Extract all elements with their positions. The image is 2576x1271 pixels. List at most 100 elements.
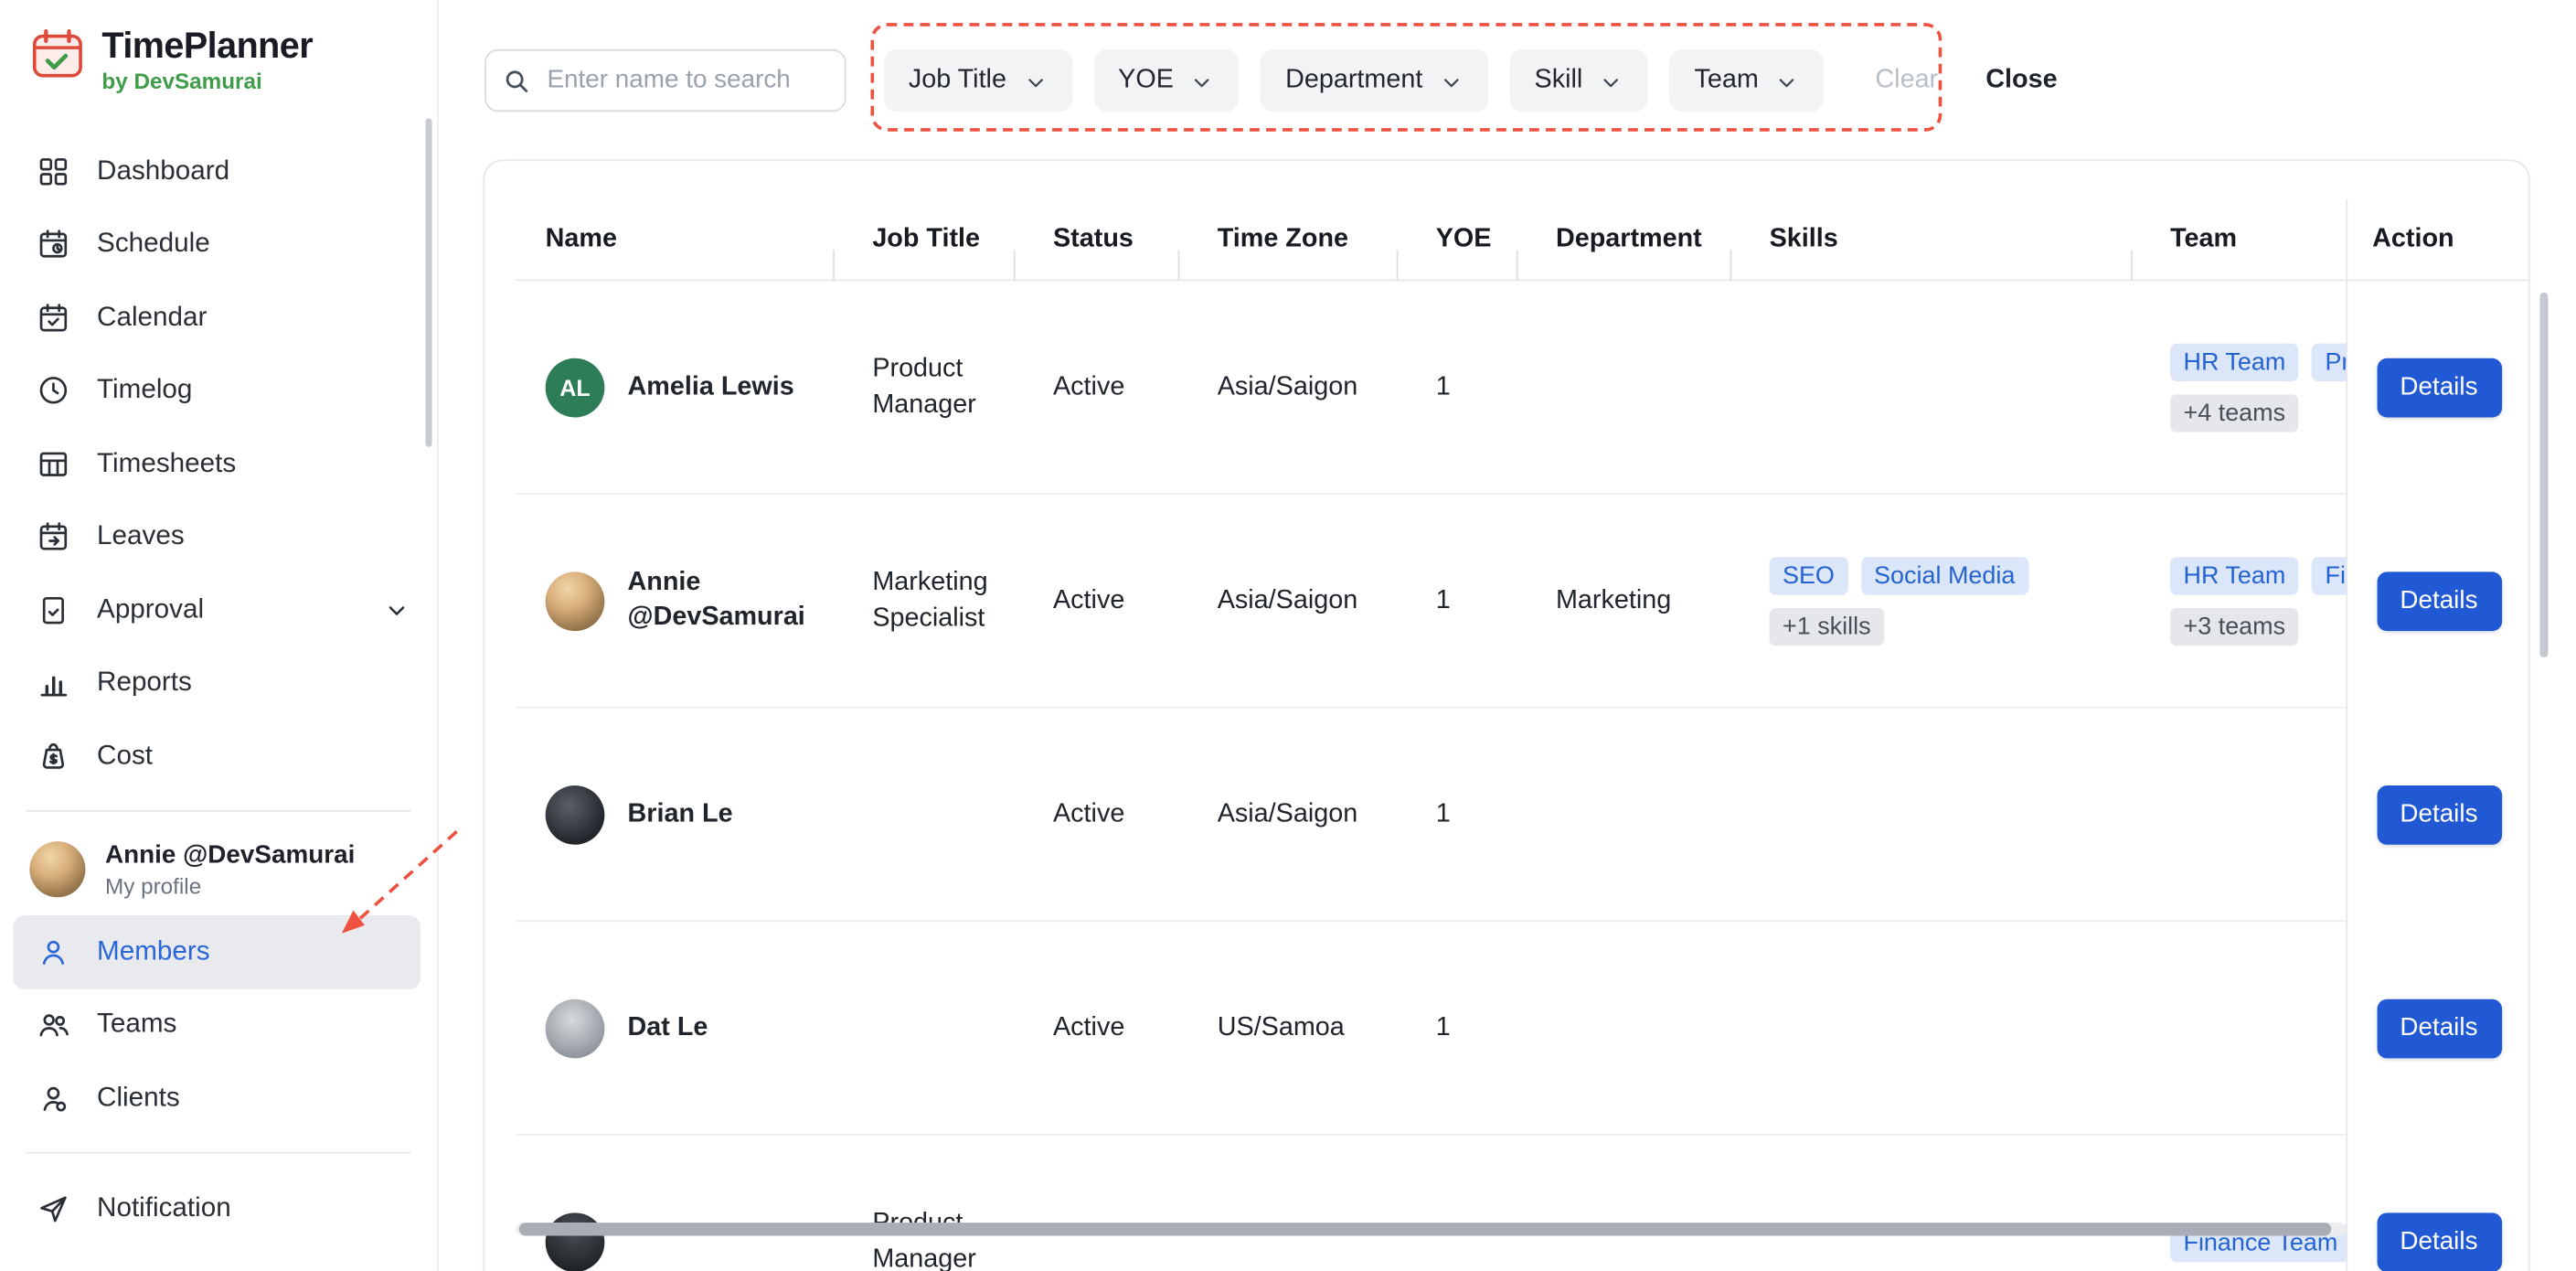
sidebar-item-dashboard[interactable]: Dashboard (0, 134, 437, 208)
sidebar-item-schedule[interactable]: Schedule (0, 208, 437, 281)
filter-label: YOE (1118, 65, 1174, 94)
sidebar-item-label: Timesheets (97, 448, 237, 478)
member-department (1527, 709, 1740, 923)
details-button[interactable]: Details (2376, 1212, 2502, 1271)
search-input[interactable] (543, 64, 828, 98)
people-icon (37, 1008, 71, 1042)
team-chip: HR Team (2170, 557, 2299, 595)
column-header-action: Action (2372, 224, 2454, 252)
clear-filters-button[interactable]: Clear (1875, 66, 1938, 95)
member-department (1527, 281, 1740, 495)
filter-team[interactable]: Team (1669, 48, 1825, 112)
member-status (1024, 1136, 1188, 1271)
main-content: Job Title YOE Department Skill Team Clea… (441, 0, 2576, 1271)
member-name: Brian Le (627, 799, 733, 828)
avatar (545, 571, 605, 632)
member-teams (2141, 922, 2347, 1136)
calendar-icon (37, 300, 71, 335)
table-icon (37, 446, 71, 481)
member-time-zone: Asia/Saigon (1217, 800, 1358, 828)
filter-skill[interactable]: Skill (1509, 48, 1649, 112)
send-icon (37, 1192, 71, 1227)
skill-chip: SEO (1769, 557, 1848, 595)
more-skills-chip: +1 skills (1769, 607, 1884, 646)
sidebar-item-timelog[interactable]: Timelog (0, 354, 437, 427)
members-table: Name Job Title Status Time Zone YOE Depa… (516, 198, 2528, 1271)
sidebar-nav-people: Members Teams Clients (0, 913, 437, 1136)
member-yoe: 1 (1435, 800, 1451, 828)
sidebar-item-label: Members (97, 936, 210, 967)
bar-chart-icon (37, 666, 71, 700)
sidebar-divider (26, 809, 411, 811)
filter-department[interactable]: Department (1261, 48, 1489, 112)
horizontal-scrollbar-thumb[interactable] (518, 1223, 2331, 1236)
details-button[interactable]: Details (2376, 785, 2502, 845)
sidebar-item-cost[interactable]: Cost (0, 720, 437, 793)
profile-section[interactable]: Annie @DevSamurai My profile (0, 828, 437, 913)
sidebar-item-timesheets[interactable]: Timesheets (0, 427, 437, 500)
sidebar-item-calendar[interactable]: Calendar (0, 281, 437, 354)
table-row: Product Manager Finance Team (516, 1136, 2528, 1271)
schedule-icon (37, 227, 71, 262)
money-bag-icon (37, 739, 71, 774)
sidebar-nav: Dashboard Schedule Calendar Timelog Time… (0, 122, 437, 793)
sidebar-item-label: Teams (97, 1009, 177, 1040)
table-row: Brian Le Active Asia/Saigon 1 Details (516, 709, 2528, 923)
filter-job-title[interactable]: Job Title (883, 48, 1072, 112)
table-row: Annie @DevSamurai Marketing Specialist A… (516, 495, 2528, 709)
member-skills: SEO Social Media +1 skills (1740, 495, 2141, 709)
chevron-down-icon (1439, 67, 1464, 95)
horizontal-scrollbar[interactable] (516, 1223, 2347, 1236)
profile-subtitle: My profile (105, 874, 202, 900)
column-header-status: Status (1024, 224, 1188, 281)
member-time-zone (1187, 1136, 1406, 1271)
chevron-down-icon (1775, 67, 1800, 95)
column-header-department: Department (1527, 224, 1740, 281)
vertical-scrollbar[interactable] (2539, 292, 2549, 657)
table-header-row: Name Job Title Status Time Zone YOE Depa… (516, 198, 2528, 282)
avatar (545, 785, 605, 845)
sidebar-nav-bottom: Notification (0, 1170, 437, 1246)
sidebar-item-label: Timelog (97, 375, 193, 405)
sidebar-item-notification[interactable]: Notification (0, 1172, 437, 1245)
member-name: Amelia Lewis (627, 372, 794, 401)
chevron-down-icon (383, 596, 411, 625)
member-skills (1740, 709, 2141, 923)
sidebar-item-reports[interactable]: Reports (0, 646, 437, 720)
column-header-name: Name (516, 224, 843, 281)
sidebar-item-leaves[interactable]: Leaves (0, 500, 437, 573)
details-button[interactable]: Details (2376, 571, 2502, 632)
member-time-zone: US/Samoa (1217, 1013, 1345, 1042)
table-row: Dat Le Active US/Samoa 1 Details (516, 922, 2528, 1136)
team-chip: HR Team (2170, 343, 2299, 381)
close-filters-button[interactable]: Close (1985, 66, 2057, 95)
skill-chip: Social Media (1860, 557, 2028, 595)
sidebar: TimePlanner by DevSamurai Dashboard Sche… (0, 0, 439, 1271)
sidebar-item-label: Reports (97, 668, 192, 698)
sidebar-item-clients[interactable]: Clients (0, 1062, 437, 1135)
member-teams: HR Team Fi +3 teams (2141, 495, 2347, 709)
sidebar-item-approval[interactable]: Approval (0, 573, 437, 646)
member-name: Dat Le (627, 1013, 708, 1041)
member-job-title (843, 709, 1024, 923)
person-badge-icon (37, 1081, 71, 1116)
member-yoe: 1 (1435, 586, 1451, 615)
filter-yoe[interactable]: YOE (1093, 48, 1240, 112)
sidebar-item-members[interactable]: Members (13, 915, 421, 989)
sidebar-item-label: Notification (97, 1193, 231, 1223)
member-status: Active (1053, 800, 1125, 828)
member-department (1527, 1136, 1740, 1271)
sidebar-item-teams[interactable]: Teams (0, 988, 437, 1062)
profile-avatar (29, 841, 86, 898)
members-table-card: Name Job Title Status Time Zone YOE Depa… (483, 159, 2530, 1271)
person-icon (37, 935, 71, 969)
member-job-title: Product Manager (872, 1210, 976, 1271)
chevron-down-icon (1599, 67, 1623, 95)
sidebar-item-label: Leaves (97, 521, 185, 551)
chevron-down-icon (1023, 67, 1048, 95)
details-button[interactable]: Details (2376, 358, 2502, 418)
column-header-job-title: Job Title (843, 224, 1024, 281)
column-header-skills: Skills (1740, 224, 2141, 281)
details-button[interactable]: Details (2376, 999, 2502, 1059)
sidebar-scrollbar[interactable] (425, 118, 432, 447)
